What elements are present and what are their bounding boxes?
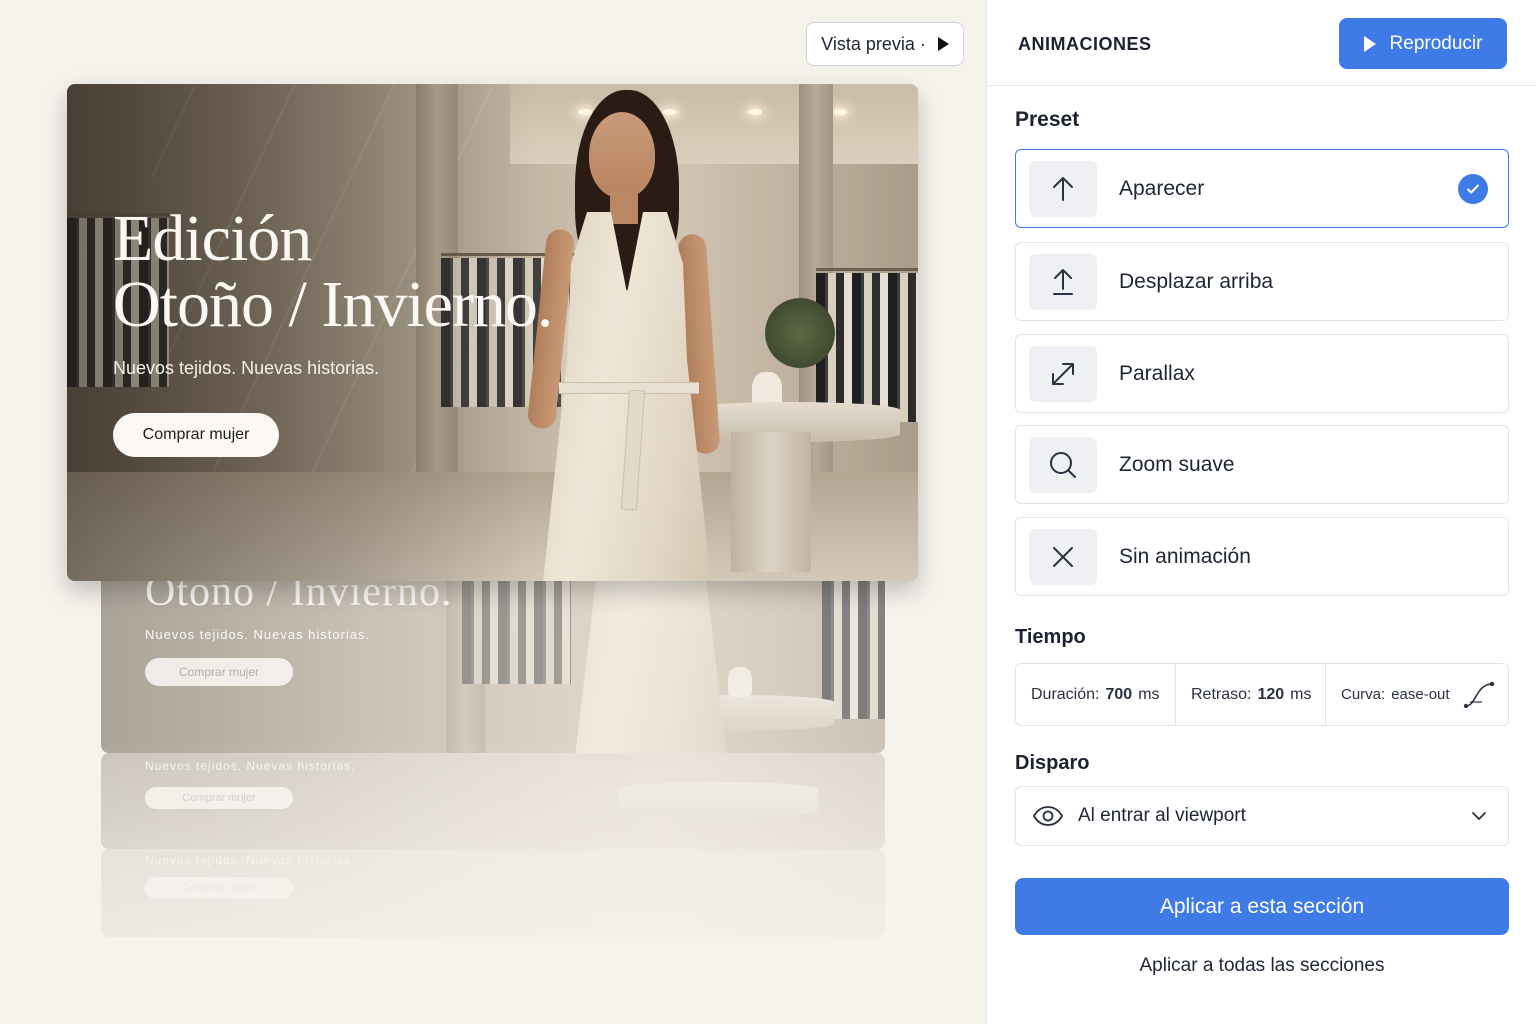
preset-label-text: Parallax [1119, 361, 1195, 385]
animation-ghost-frame: Otoño / Invierno. Nuevos tejidos. Nuevas… [101, 581, 885, 753]
eye-icon [1032, 806, 1064, 826]
play-icon [1363, 35, 1376, 52]
preview-button-label: Vista previa · [821, 33, 926, 54]
curve-value: ease-out [1391, 686, 1450, 703]
play-button-label: Reproducir [1389, 32, 1483, 54]
delay-field[interactable]: Retraso: 120 ms [1176, 664, 1326, 725]
preset-label-text: Sin animación [1119, 544, 1251, 568]
hero-cta-button[interactable]: Comprar mujer [113, 413, 279, 457]
timing-label: Tiempo [1015, 626, 1086, 648]
duration-key: Duración: [1031, 685, 1100, 703]
ghost-subtitle: Nuevos tejidos. Nuevas historias. [145, 853, 356, 867]
duration-value: 700 [1105, 685, 1133, 703]
search-icon [1050, 451, 1076, 478]
bezier-curve-icon [1463, 681, 1495, 709]
preset-option-sin-animacion[interactable]: Sin animación [1015, 517, 1509, 596]
ghost-cta: Comprar mujer [145, 658, 293, 686]
trigger-label: Disparo [1015, 752, 1090, 774]
ghost-cta: Comprar mujer [145, 877, 293, 899]
panel-title: ANIMACIONES [1018, 34, 1152, 54]
ghost-title-line: Otoño / Invierno. [145, 581, 453, 615]
hero-banner[interactable]: Edición Otoño / Invierno. Nuevos tejidos… [67, 84, 918, 581]
expand-diagonal-icon [1052, 362, 1074, 385]
check-icon [1458, 173, 1488, 204]
upload-icon [1053, 268, 1073, 295]
preset-label-text: Zoom suave [1119, 452, 1235, 476]
animation-ghost-frame: Nuevos tejidos. Nuevas historias. Compra… [101, 753, 885, 849]
delay-unit: ms [1290, 685, 1312, 703]
preset-option-parallax[interactable]: Parallax [1015, 334, 1509, 413]
preset-option-zoom-suave[interactable]: Zoom suave [1015, 425, 1509, 504]
hero-title-line-1: Edición [113, 202, 312, 275]
hero-title-line-2: Otoño / Invierno. [113, 268, 553, 341]
trigger-select-value: Al entrar al viewport [1078, 805, 1246, 826]
delay-value: 120 [1257, 685, 1285, 703]
delay-key: Retraso: [1191, 685, 1252, 703]
preset-label-text: Aparecer [1119, 176, 1205, 200]
timing-controls: Duración: 700 ms Retraso: 120 ms Curva: … [1015, 663, 1509, 726]
ghost-cta: Comprar mujer [145, 787, 293, 809]
ghost-subtitle: Nuevos tejidos. Nuevas historias. [145, 627, 371, 642]
curve-key: Curva: [1341, 686, 1386, 703]
animations-panel: ANIMACIONES Reproducir Preset Aparecer D… [986, 0, 1536, 1024]
preset-label-text: Desplazar arriba [1119, 269, 1274, 293]
hero-subtitle: Nuevos tejidos. Nuevas historias. [113, 358, 380, 378]
hero-copy: Edición Otoño / Invierno. Nuevos tejidos… [113, 202, 553, 457]
duration-unit: ms [1138, 685, 1160, 703]
ghost-subtitle: Nuevos tejidos. Nuevas historias. [145, 759, 356, 773]
duration-field[interactable]: Duración: 700 ms [1016, 664, 1176, 725]
hero-title: Edición Otoño / Invierno. [113, 202, 553, 341]
play-button[interactable]: Reproducir [1339, 18, 1507, 69]
chevron-down-icon [1472, 812, 1486, 820]
close-icon [1053, 546, 1073, 567]
preset-option-desplazar-arriba[interactable]: Desplazar arriba [1015, 242, 1509, 321]
preset-label: Preset [1015, 108, 1080, 131]
animation-ghost-frame: Nuevos tejidos. Nuevas historias. Compra… [101, 849, 885, 937]
arrow-up-icon [1053, 176, 1073, 201]
play-icon [937, 37, 949, 51]
canvas-area: Vista previa · Edición Otoño / Invierno.… [0, 0, 986, 1024]
apply-section-button[interactable]: Aplicar a esta sección [1015, 878, 1509, 935]
apply-all-sections-link[interactable]: Aplicar a todas las secciones [1015, 955, 1509, 977]
panel-header: ANIMACIONES Reproducir [987, 0, 1536, 86]
preview-button[interactable]: Vista previa · [806, 22, 964, 66]
preset-option-aparecer[interactable]: Aparecer [1015, 149, 1509, 228]
trigger-select[interactable]: Al entrar al viewport [1015, 786, 1509, 846]
curve-field[interactable]: Curva: ease-out [1326, 664, 1508, 725]
